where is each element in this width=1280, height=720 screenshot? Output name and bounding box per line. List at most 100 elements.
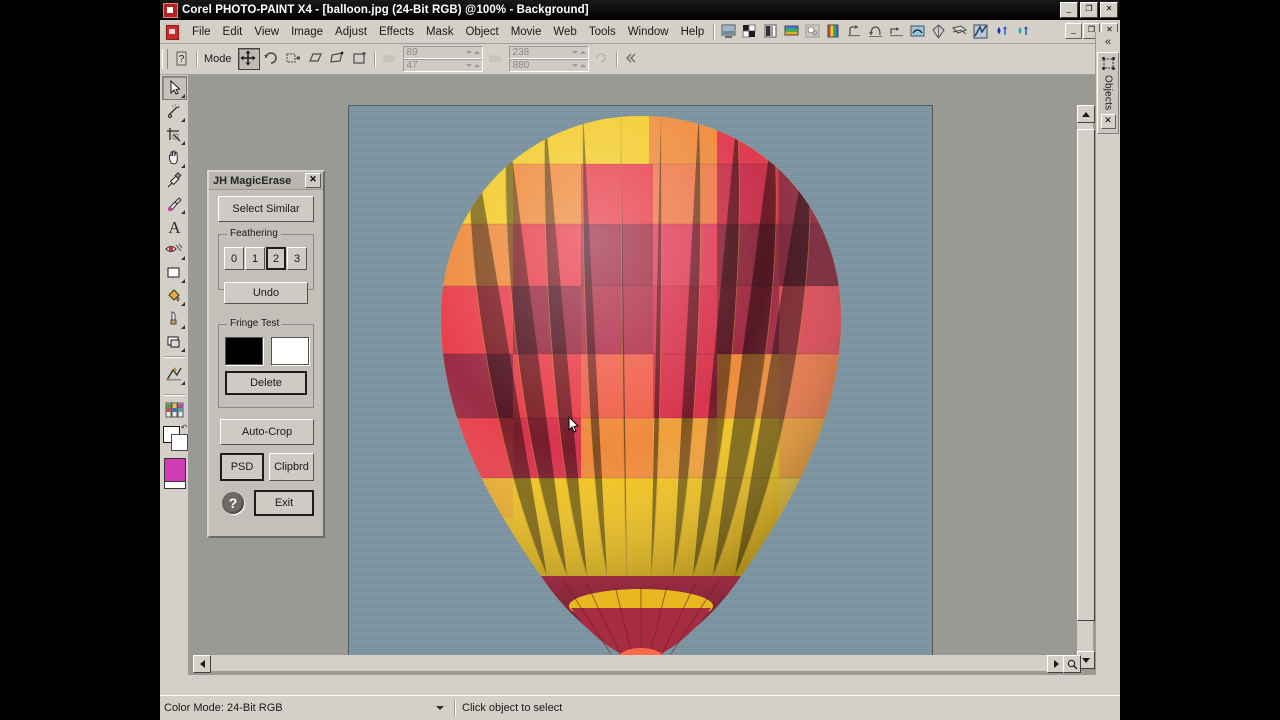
- panel-title-bar[interactable]: JH MagicErase ✕: [209, 172, 323, 190]
- maximize-button[interactable]: ❐: [1080, 2, 1098, 18]
- feathering-option-1[interactable]: 1: [245, 247, 265, 270]
- dock-close-button[interactable]: ✕: [1100, 114, 1116, 130]
- object-tool[interactable]: [163, 331, 186, 353]
- resample-icon[interactable]: [908, 22, 927, 41]
- image-adjustment-icon[interactable]: [719, 22, 738, 41]
- fill-outline-color-chips[interactable]: ↶: [162, 423, 188, 452]
- mode-label: Mode: [204, 53, 232, 65]
- fill-color-chip[interactable]: [170, 434, 188, 451]
- transparency-swatch[interactable]: [163, 482, 186, 489]
- help-question-icon[interactable]: ?: [222, 492, 244, 514]
- skew-mode-icon[interactable]: [305, 49, 326, 69]
- menu-adjust[interactable]: Adjust: [329, 24, 373, 40]
- pan-tool[interactable]: [163, 147, 186, 169]
- image-info-icon[interactable]: [929, 22, 948, 41]
- dock-collapse-button[interactable]: «: [1098, 34, 1118, 50]
- menu-window[interactable]: Window: [622, 24, 675, 40]
- size-height-spinner[interactable]: [571, 60, 587, 71]
- menu-image[interactable]: Image: [285, 24, 329, 40]
- clone-tool[interactable]: [163, 308, 186, 330]
- feathering-option-2[interactable]: 2: [266, 247, 286, 270]
- scale-mode-icon[interactable]: [283, 49, 304, 69]
- fill-tool[interactable]: [163, 285, 186, 307]
- histogram-icon[interactable]: [803, 22, 822, 41]
- duplicate-icon[interactable]: [950, 22, 969, 41]
- size-height-field[interactable]: 880: [508, 59, 589, 72]
- color-palette-icon[interactable]: [164, 400, 185, 420]
- color-channels-icon[interactable]: [824, 22, 843, 41]
- scroll-left-button[interactable]: [193, 655, 211, 673]
- chevron-down-icon[interactable]: [436, 706, 444, 710]
- canvas-area[interactable]: [193, 105, 1081, 669]
- mdi-minimize-button[interactable]: _: [1065, 23, 1082, 39]
- psd-button[interactable]: PSD: [220, 453, 264, 481]
- swap-colors-icon[interactable]: ↶: [181, 423, 188, 432]
- clipbrd-button[interactable]: Clipbrd: [269, 453, 314, 481]
- fringe-white-swatch[interactable]: [271, 337, 309, 365]
- rotate-mode-icon[interactable]: [261, 49, 282, 69]
- eyedropper-tool[interactable]: [163, 170, 186, 192]
- move-mode-icon[interactable]: [237, 48, 260, 70]
- scroll-up-button[interactable]: [1077, 105, 1095, 123]
- position-y-spinner[interactable]: [465, 60, 481, 71]
- color-mode-dropdown[interactable]: Color Mode: 24-Bit RGB: [160, 702, 448, 714]
- image-window: [189, 75, 1097, 675]
- paint-drop-blue-icon[interactable]: [992, 22, 1011, 41]
- property-bar-grip[interactable]: [162, 49, 168, 69]
- close-button[interactable]: ✕: [1100, 2, 1118, 18]
- position-x-spinner[interactable]: [465, 47, 481, 58]
- delete-button[interactable]: Delete: [225, 371, 307, 395]
- size-width-field[interactable]: 238: [508, 46, 589, 59]
- rectangle-tool[interactable]: [163, 262, 186, 284]
- paint-drop-cyan-icon[interactable]: [1013, 22, 1032, 41]
- minimize-button[interactable]: _: [1060, 2, 1078, 18]
- feathering-option-3[interactable]: 3: [287, 247, 307, 270]
- rotate-left-icon[interactable]: [845, 22, 864, 41]
- collapse-arrows-icon[interactable]: [621, 49, 642, 69]
- effect-tool[interactable]: [163, 364, 186, 386]
- horizontal-scrollbar[interactable]: [193, 655, 1081, 673]
- exit-button[interactable]: Exit: [254, 490, 314, 516]
- menu-mask[interactable]: Mask: [420, 24, 459, 40]
- rotate-right-icon[interactable]: [866, 22, 885, 41]
- vertical-scroll-thumb[interactable]: [1077, 129, 1095, 621]
- perspective-mode-icon[interactable]: [349, 49, 370, 69]
- zoom-icon[interactable]: [1063, 655, 1081, 673]
- color-balance-icon[interactable]: [782, 22, 801, 41]
- auto-crop-button[interactable]: Auto-Crop: [220, 419, 314, 445]
- mask-transform-tool[interactable]: [163, 101, 186, 123]
- gradient-icon[interactable]: [761, 22, 780, 41]
- position-y-field[interactable]: 47: [402, 59, 483, 72]
- vertical-scrollbar[interactable]: [1077, 105, 1095, 669]
- select-similar-button[interactable]: Select Similar: [218, 196, 314, 222]
- menu-help[interactable]: Help: [675, 24, 711, 40]
- effects-icon[interactable]: [971, 22, 990, 41]
- fringe-black-swatch[interactable]: [225, 337, 263, 365]
- active-color-swatch[interactable]: [163, 458, 186, 482]
- panel-close-button[interactable]: ✕: [305, 173, 321, 188]
- contrast-icon[interactable]: [740, 22, 759, 41]
- position-x-field[interactable]: 89: [402, 46, 483, 59]
- menu-effects[interactable]: Effects: [373, 24, 420, 40]
- paint-tool[interactable]: [163, 193, 186, 215]
- menu-movie[interactable]: Movie: [505, 24, 548, 40]
- image-canvas[interactable]: [348, 105, 933, 669]
- dock-tab-objects[interactable]: Objects ✕: [1097, 52, 1119, 135]
- feathering-option-0[interactable]: 0: [224, 247, 244, 270]
- context-help-icon[interactable]: ?: [172, 49, 192, 69]
- crop-tool[interactable]: [163, 124, 186, 146]
- menu-tools[interactable]: Tools: [583, 24, 622, 40]
- text-tool[interactable]: A: [163, 216, 186, 238]
- flip-icon[interactable]: [887, 22, 906, 41]
- size-width-spinner[interactable]: [571, 47, 587, 58]
- menu-object[interactable]: Object: [459, 24, 504, 40]
- menu-web[interactable]: Web: [547, 24, 582, 40]
- distort-mode-icon[interactable]: [327, 49, 348, 69]
- pick-tool[interactable]: [162, 76, 187, 100]
- menu-file[interactable]: File: [186, 24, 217, 40]
- document-icon[interactable]: [164, 23, 181, 40]
- menu-view[interactable]: View: [248, 24, 285, 40]
- menu-edit[interactable]: Edit: [217, 24, 249, 40]
- red-eye-tool[interactable]: [163, 239, 186, 261]
- undo-button[interactable]: Undo: [224, 282, 308, 304]
